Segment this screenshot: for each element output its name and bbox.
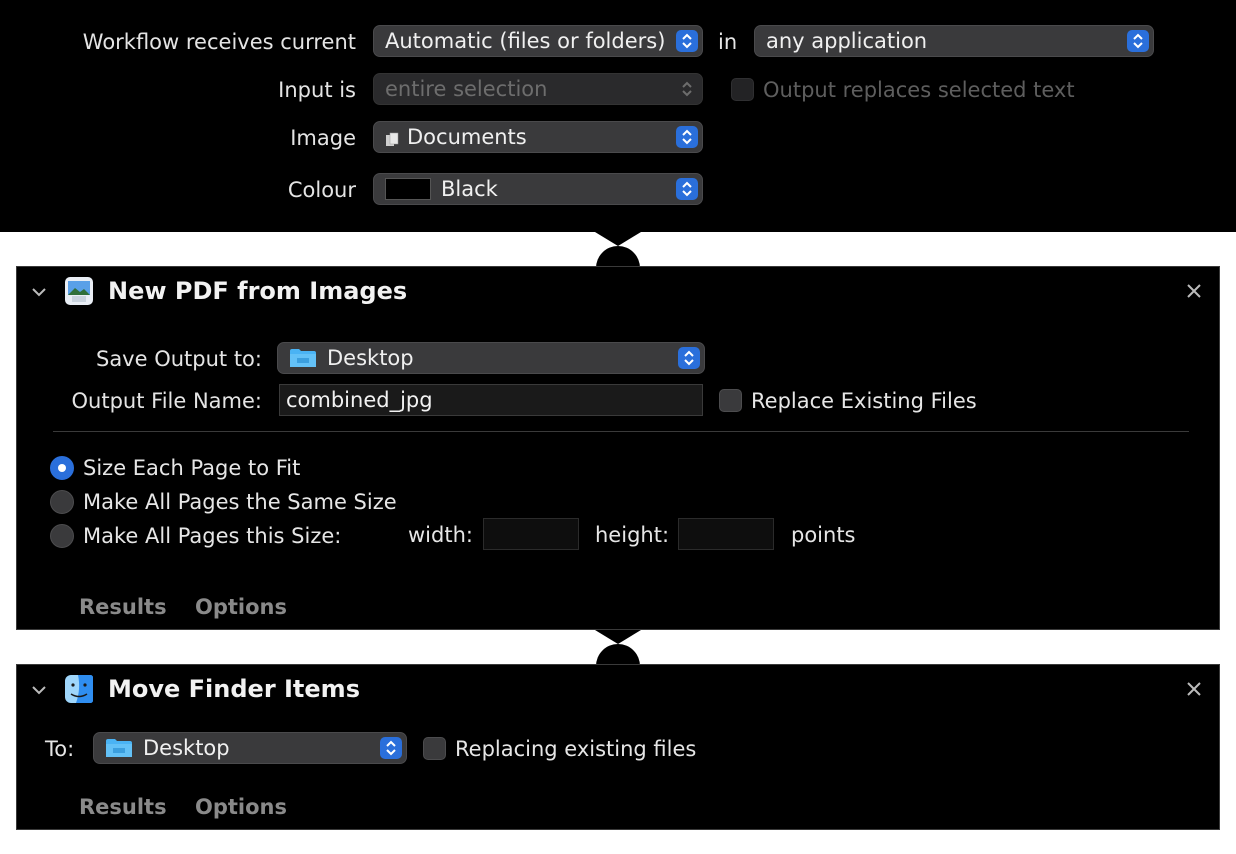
input-popup[interactable]: entire selection	[373, 73, 703, 105]
input-label: Input is	[278, 78, 356, 102]
divider	[53, 431, 1189, 432]
to-value: Desktop	[143, 736, 230, 760]
radio-same-size[interactable]	[50, 490, 74, 514]
colour-value: Black	[441, 177, 498, 201]
folder-icon	[105, 737, 133, 759]
save-output-popup[interactable]: Desktop	[277, 342, 705, 374]
save-output-value: Desktop	[327, 346, 414, 370]
file-name-label: Output File Name:	[71, 389, 262, 413]
options-button[interactable]: Options	[195, 595, 287, 619]
width-input[interactable]	[483, 518, 579, 550]
height-input[interactable]	[678, 518, 774, 550]
width-label: width:	[408, 523, 473, 547]
document-icon	[385, 129, 399, 146]
replacing-existing-label: Replacing existing files	[455, 737, 697, 761]
popup-stepper-icon	[676, 178, 698, 200]
colour-popup[interactable]: Black	[373, 173, 703, 205]
replace-existing-checkbox[interactable]	[719, 389, 742, 412]
colour-swatch	[385, 178, 431, 200]
new-pdf-action-panel: New PDF from Images Save Output to: Desk…	[16, 266, 1220, 630]
move-action-title: Move Finder Items	[108, 675, 360, 703]
chevron-down-icon[interactable]	[30, 681, 48, 699]
application-popup[interactable]: any application	[754, 25, 1154, 57]
close-icon[interactable]	[1185, 282, 1203, 300]
popup-stepper-icon	[676, 30, 698, 52]
popup-stepper-icon	[380, 737, 402, 759]
workflow-header: Workflow receives current Automatic (fil…	[0, 0, 1236, 232]
popup-stepper-icon	[676, 126, 698, 148]
connector-icon	[595, 232, 641, 268]
radio-this-size[interactable]	[50, 524, 74, 548]
replacing-existing-checkbox[interactable]	[423, 737, 446, 760]
height-label: height:	[595, 523, 670, 547]
radio-size-each-page[interactable]	[50, 456, 74, 480]
image-value: Documents	[407, 125, 527, 149]
image-popup[interactable]: Documents	[373, 121, 703, 153]
radio-label-this-size: Make All Pages this Size:	[83, 524, 342, 548]
popup-stepper-icon	[676, 78, 698, 100]
folder-icon	[289, 347, 317, 369]
output-replaces-label: Output replaces selected text	[763, 78, 1075, 102]
image-label: Image	[290, 126, 356, 150]
finder-app-icon	[65, 675, 93, 703]
pdf-action-title: New PDF from Images	[108, 277, 408, 305]
move-finder-action-panel: Move Finder Items To: Desktop Replacing …	[16, 664, 1220, 830]
popup-stepper-icon	[1127, 30, 1149, 52]
receives-popup[interactable]: Automatic (files or folders)	[373, 25, 703, 57]
colour-label: Colour	[287, 178, 356, 202]
receives-value: Automatic (files or folders)	[385, 29, 666, 53]
options-button[interactable]: Options	[195, 795, 287, 819]
in-label: in	[718, 30, 738, 54]
receives-label: Workflow receives current	[82, 30, 356, 54]
replace-existing-label: Replace Existing Files	[751, 389, 977, 413]
file-name-input[interactable]: combined_jpg	[279, 384, 703, 416]
output-replaces-checkbox[interactable]	[731, 78, 754, 101]
popup-stepper-icon	[678, 347, 700, 369]
close-icon[interactable]	[1185, 680, 1203, 698]
application-value: any application	[766, 29, 928, 53]
points-label: points	[791, 523, 856, 547]
radio-label-same-size: Make All Pages the Same Size	[83, 490, 397, 514]
preview-app-icon	[65, 277, 93, 305]
chevron-down-icon[interactable]	[30, 283, 48, 301]
connector-icon	[595, 630, 641, 666]
radio-label-size-each-page: Size Each Page to Fit	[83, 456, 301, 480]
results-button[interactable]: Results	[79, 795, 167, 819]
to-popup[interactable]: Desktop	[93, 732, 407, 764]
to-label: To:	[45, 737, 75, 761]
input-value: entire selection	[385, 77, 548, 101]
results-button[interactable]: Results	[79, 595, 167, 619]
save-output-label: Save Output to:	[95, 347, 262, 371]
